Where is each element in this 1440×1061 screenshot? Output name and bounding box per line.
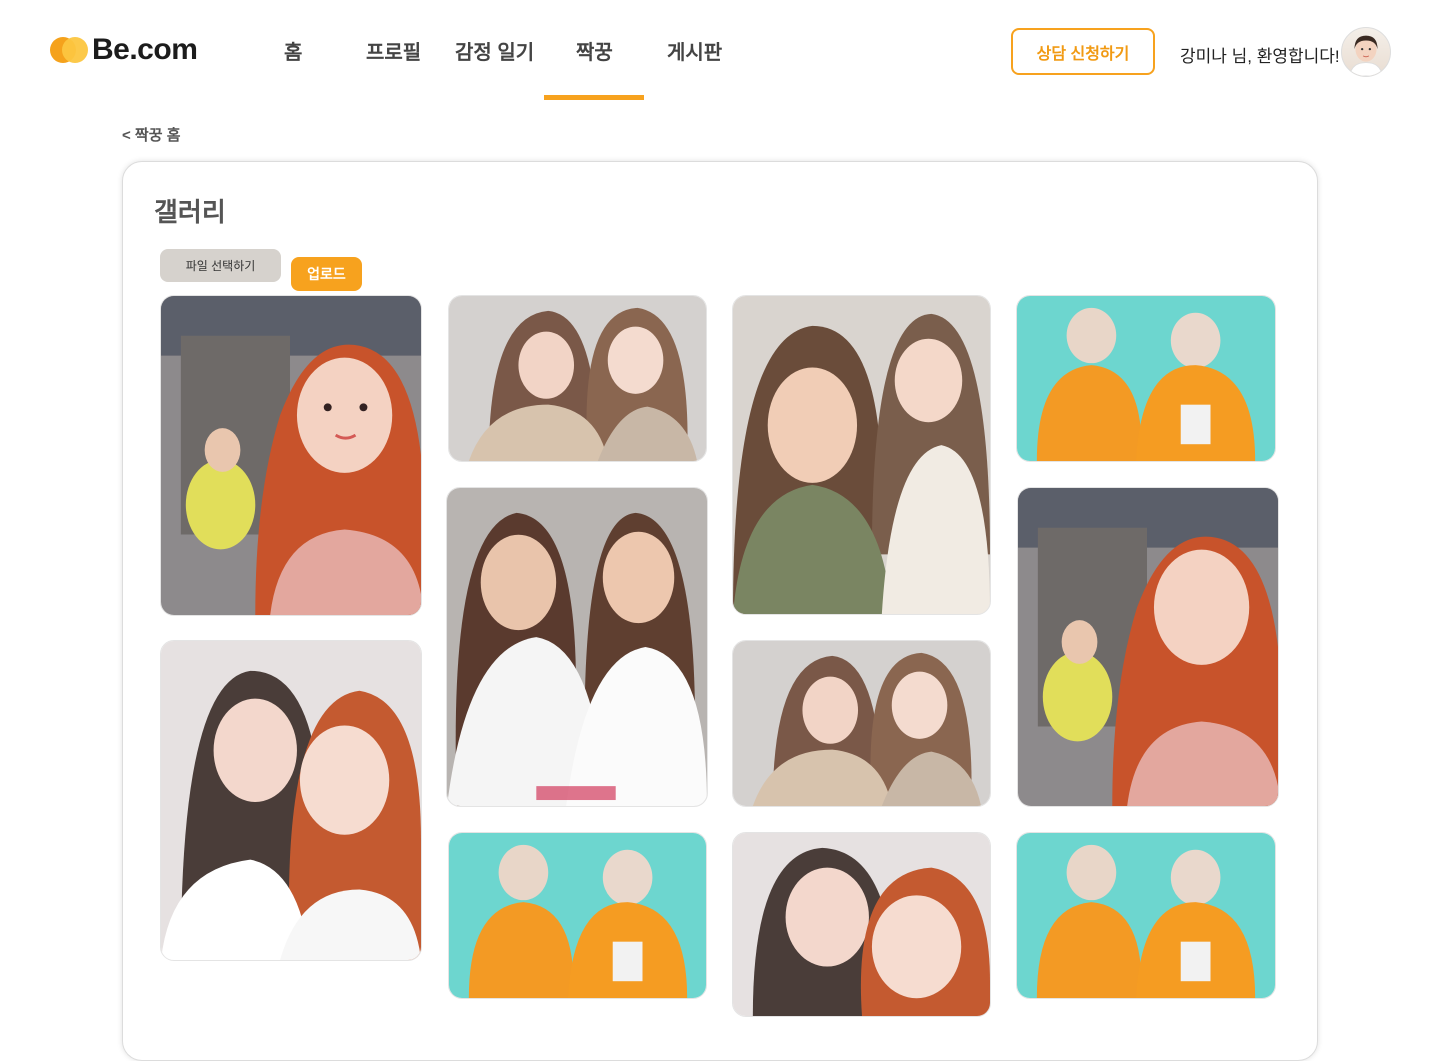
gallery-photo[interactable] — [160, 640, 422, 961]
nav-emotion-diary[interactable]: 감정 일기 — [455, 36, 534, 65]
nav-profile[interactable]: 프로필 — [366, 36, 421, 65]
user-avatar[interactable] — [1341, 27, 1391, 77]
consult-request-button[interactable]: 상담 신청하기 — [1011, 28, 1155, 75]
gallery-photo[interactable] — [1016, 295, 1276, 462]
nav-partner[interactable]: 짝꿍 — [576, 36, 613, 65]
upload-button[interactable]: 업로드 — [291, 257, 362, 291]
gallery-photo[interactable] — [732, 832, 991, 1017]
welcome-message: 강미나 님, 환영합니다! — [1180, 47, 1340, 66]
header: Be.com 홈 프로필 감정 일기 짝꿍 게시판 상담 신청하기 강미나 님,… — [0, 0, 1440, 100]
gallery-photo[interactable] — [448, 295, 707, 462]
nav-home[interactable]: 홈 — [284, 36, 302, 65]
gallery-photo[interactable] — [160, 295, 422, 616]
nav-active-indicator — [544, 95, 644, 100]
gallery-photo[interactable] — [732, 295, 991, 615]
gallery-photo[interactable] — [448, 832, 707, 999]
logo-text: Be.com — [92, 33, 198, 66]
gallery-photo[interactable] — [732, 640, 991, 807]
gallery-photo[interactable] — [1017, 487, 1279, 807]
back-to-partner-home-link[interactable]: < 짝꿍 홈 — [122, 124, 181, 145]
nav-board[interactable]: 게시판 — [667, 36, 722, 65]
file-select-button[interactable]: 파일 선택하기 — [160, 249, 281, 282]
gallery-title: 갤러리 — [154, 197, 226, 227]
logo[interactable]: Be.com — [50, 33, 198, 67]
gallery-photo[interactable] — [1016, 832, 1276, 999]
logo-heart-icon — [50, 34, 90, 66]
gallery-photo[interactable] — [446, 487, 708, 807]
